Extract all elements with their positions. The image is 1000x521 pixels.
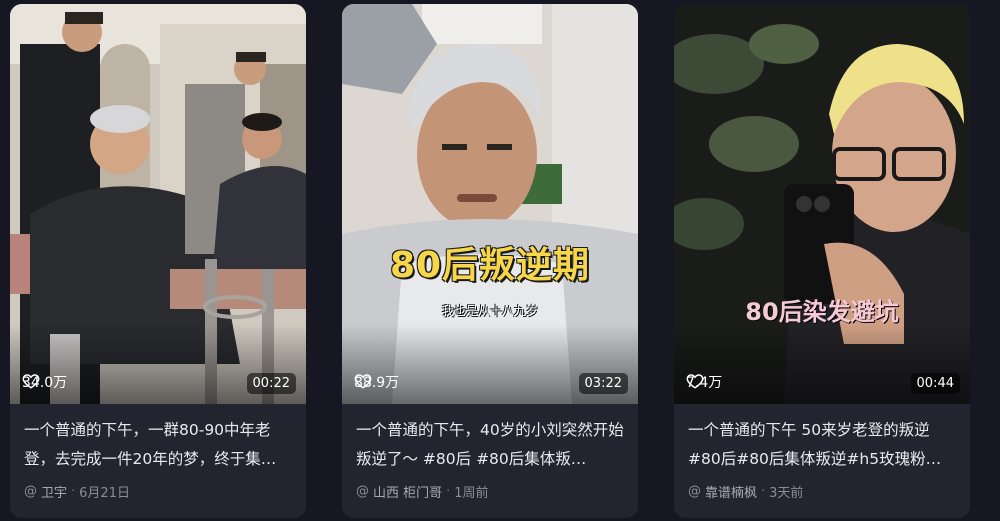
likes-count[interactable]: 7.4万 xyxy=(686,372,722,392)
heart-icon xyxy=(686,374,704,389)
likes-count[interactable]: 34.0万 xyxy=(22,372,67,392)
blonde-man-selfie-image xyxy=(674,4,970,404)
video-thumbnail[interactable]: 80后染发避坑 7.4万 00:44 xyxy=(674,4,970,404)
heart-icon xyxy=(354,374,372,389)
video-meta: @ 山西 柜门哥 · 1周前 xyxy=(356,482,489,501)
video-meta: @ 靠谱楠枫 · 3天前 xyxy=(688,482,803,501)
author-name[interactable]: 卫宇 xyxy=(41,482,67,501)
post-date: 3天前 xyxy=(769,486,804,501)
video-duration: 03:22 xyxy=(578,373,628,394)
heart-icon xyxy=(22,374,40,389)
video-duration: 00:44 xyxy=(910,373,960,394)
video-subtitle: 我也是从十八九岁 xyxy=(441,304,538,318)
separator-dot: · xyxy=(761,484,766,499)
video-card[interactable]: 80后叛逆期 我也是从十八九岁 88.9万 03:22 一个普通的下午，40岁的… xyxy=(342,4,638,518)
man-hair-dye-image xyxy=(342,4,638,404)
video-card[interactable]: 80后染发避坑 7.4万 00:44 一个普通的下午 50来岁老登的叛逆 #80… xyxy=(674,4,970,518)
video-title[interactable]: 一个普通的下午 50来岁老登的叛逆 #80后#80后集体叛逆#h5玫瑰粉… xyxy=(688,416,958,474)
video-meta: @ 卫宇 · 6月21日 xyxy=(24,482,130,501)
video-overlay-caption: 80后染发避坑 xyxy=(745,298,899,326)
video-overlay-caption: 80后叛逆期 xyxy=(389,245,591,286)
video-title[interactable]: 一个普通的下午，一群80-90中年老登，去完成一件20年的梦，终于集… xyxy=(24,416,294,474)
likes-count[interactable]: 88.9万 xyxy=(354,372,399,392)
video-duration: 00:22 xyxy=(246,373,296,394)
video-title[interactable]: 一个普通的下午，40岁的小刘突然开始叛逆了～ #80后 #80后集体叛… xyxy=(356,416,626,474)
video-card[interactable]: 34.0万 00:22 一个普通的下午，一群80-90中年老登，去完成一件20年… xyxy=(10,4,306,518)
at-symbol: @ xyxy=(688,484,701,499)
separator-dot: · xyxy=(71,484,76,499)
salon-scene-image xyxy=(10,4,306,404)
author-name[interactable]: 靠谱楠枫 xyxy=(705,482,757,501)
video-thumbnail[interactable]: 80后叛逆期 我也是从十八九岁 88.9万 03:22 xyxy=(342,4,638,404)
separator-dot: · xyxy=(446,484,451,499)
post-date: 6月21日 xyxy=(79,486,130,501)
at-symbol: @ xyxy=(24,484,37,499)
author-name[interactable]: 山西 柜门哥 xyxy=(373,482,442,501)
at-symbol: @ xyxy=(356,484,369,499)
post-date: 1周前 xyxy=(454,486,489,501)
video-thumbnail[interactable]: 34.0万 00:22 xyxy=(10,4,306,404)
